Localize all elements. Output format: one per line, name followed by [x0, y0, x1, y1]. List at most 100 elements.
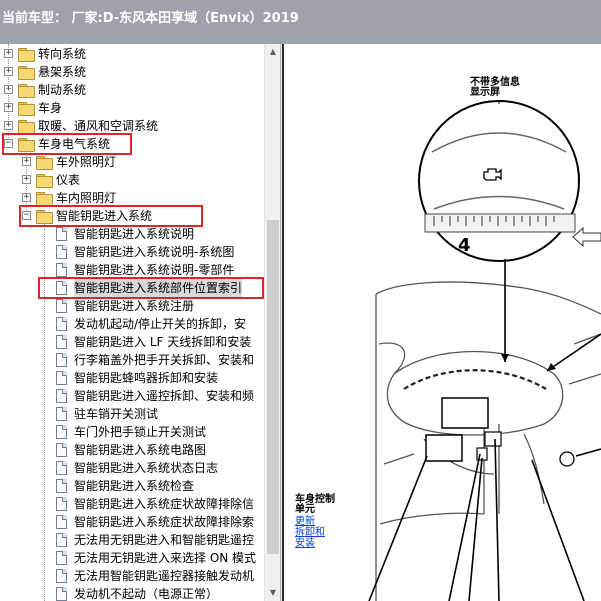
document-icon	[56, 533, 67, 547]
remove-link[interactable]: 拆卸和	[295, 527, 325, 538]
gauge-cluster-box	[441, 397, 489, 429]
tree-item-label: 驻车销开关测试	[74, 407, 159, 421]
folder-icon	[18, 48, 35, 62]
leader-lines	[368, 259, 601, 601]
scroll-thumb[interactable]	[267, 220, 279, 554]
folder-icon	[18, 66, 35, 80]
document-icon	[56, 389, 67, 403]
document-icon	[56, 515, 67, 529]
tree-document-item[interactable]: 智能钥匙进入系统说明-系统图	[0, 243, 264, 261]
document-icon	[56, 371, 67, 385]
tree-item-label: 智能钥匙进入系统症状故障排除信	[74, 497, 255, 511]
tree-item-label: 无法用智能钥匙遥控器接触发动机	[74, 569, 255, 583]
tree-item-label: 车身	[38, 101, 63, 115]
tree-document-item[interactable]: 智能钥匙蜂鸣器拆卸和安装	[0, 369, 264, 387]
gauge-callout-circle	[418, 100, 580, 262]
tree-document-item[interactable]: 发动机起动/停止开关的拆卸，安	[0, 315, 264, 333]
tree-document-item[interactable]: 智能钥匙进入系统注册	[0, 297, 264, 315]
expand-plus-icon[interactable]: +	[4, 49, 13, 58]
tree-item-label: 智能钥匙进入系统电路图	[74, 443, 207, 457]
document-icon	[56, 407, 67, 421]
tree-item-label: 无法用无钥匙进入和智能钥匙遥控	[74, 533, 255, 547]
annotation-highlight-box	[19, 205, 203, 227]
folder-icon	[36, 192, 53, 206]
tree-document-item[interactable]: 无法用无钥匙进入和智能钥匙遥控	[0, 531, 264, 549]
tree-document-item[interactable]: 无法用智能钥匙遥控器接触发动机	[0, 567, 264, 585]
tree-item-label: 智能钥匙进入 LF 天线拆卸和安装	[74, 335, 252, 349]
install-link[interactable]: 安装	[295, 538, 315, 549]
tree-document-item[interactable]: 行李箱盖外把手开关拆卸、安装和	[0, 351, 264, 369]
scroll-up-arrow-icon[interactable]: ▲	[265, 44, 280, 60]
tree-scrollbar[interactable]: ▲ ▼	[264, 44, 280, 601]
current-model-title: 当前车型： 厂家:D-东风本田享域（Envix）2019	[2, 11, 299, 26]
tree-folder-item[interactable]: + 转向系统	[0, 45, 264, 63]
scroll-down-arrow-icon[interactable]: ▼	[265, 585, 280, 601]
tree-item-label: 行李箱盖外把手开关拆卸、安装和	[74, 353, 255, 367]
document-icon	[56, 353, 67, 367]
tree-document-item[interactable]: 发动机不起动（电源正常）	[0, 585, 264, 601]
tree-document-item[interactable]: 智能钥匙进入系统症状故障排除信	[0, 495, 264, 513]
view-direction-arrow-icon	[572, 226, 601, 248]
tree-item-label: 无法用无钥匙进入来选择 ON 模式	[74, 551, 257, 565]
tree-item-label: 悬架系统	[38, 65, 87, 79]
tree-document-item[interactable]: 车门外把手锁止开关测试	[0, 423, 264, 441]
tree-folder-item[interactable]: + 制动系统	[0, 81, 264, 99]
tree-item-label: 智能钥匙进入系统状态日志	[74, 461, 219, 475]
tree-item-label: 智能钥匙进入系统说明	[74, 227, 195, 241]
tree-document-item[interactable]: 智能钥匙进入系统状态日志	[0, 459, 264, 477]
tree-folder-item[interactable]: + 仪表	[0, 171, 264, 189]
display-label-line2: 显示屏	[470, 87, 500, 98]
tree-document-item[interactable]: 无法用无钥匙进入来选择 ON 模式	[0, 549, 264, 567]
tree-folder-item[interactable]: + 悬架系统	[0, 63, 264, 81]
expand-plus-icon[interactable]: +	[4, 103, 13, 112]
tree-item-label: 转向系统	[38, 47, 87, 61]
document-icon	[56, 461, 67, 475]
update-link[interactable]: 更新	[295, 516, 315, 527]
folder-icon	[36, 156, 53, 170]
tree-document-item[interactable]: 智能钥匙进入系统电路图	[0, 441, 264, 459]
tree-item-label: 智能钥匙蜂鸣器拆卸和安装	[74, 371, 219, 385]
document-icon	[56, 587, 67, 601]
body-control-label-line2: 单元	[295, 504, 315, 515]
ignition-switch-box	[484, 431, 502, 447]
diagram-pane: 不带多信息 显示屏 4 车身控制 单元 更新 拆卸和 安装	[284, 44, 601, 601]
document-icon	[56, 497, 67, 511]
folder-icon	[18, 120, 35, 134]
expand-plus-icon[interactable]: +	[22, 193, 31, 202]
expand-plus-icon[interactable]: +	[22, 157, 31, 166]
navigation-tree: + 转向系统 + 悬架系统 + 制动系统 + 车身 + 取暖、通风和空调系统 − 车身电气系统 + 车外照…	[0, 44, 264, 601]
tree-item-label: 发动机不起动（电源正常）	[74, 587, 219, 601]
leader-arrowheads	[501, 354, 556, 371]
document-icon	[56, 443, 67, 457]
document-icon	[56, 479, 67, 493]
tree-document-item[interactable]: 智能钥匙进入系统症状故障排除索	[0, 513, 264, 531]
annotation-highlight-box	[38, 277, 264, 299]
tree-folder-item[interactable]: + 车外照明灯	[0, 153, 264, 171]
document-icon	[56, 335, 67, 349]
document-icon	[56, 569, 67, 583]
tree-item-label: 智能钥匙进入遥控拆卸、安装和频	[74, 389, 255, 403]
tree-document-item[interactable]: 智能钥匙进入系统说明	[0, 225, 264, 243]
gauge-scale-strip	[424, 213, 576, 233]
document-icon	[56, 245, 67, 259]
tree-pane: + 转向系统 + 悬架系统 + 制动系统 + 车身 + 取暖、通风和空调系统 − 车身电气系统 + 车外照…	[0, 44, 280, 601]
tree-document-item[interactable]: 智能钥匙进入 LF 天线拆卸和安装	[0, 333, 264, 351]
folder-icon	[36, 174, 53, 188]
document-icon	[56, 425, 67, 439]
document-icon	[56, 551, 67, 565]
window-titlebar: 当前车型： 厂家:D-东风本田享域（Envix）2019	[0, 0, 601, 44]
expand-plus-icon[interactable]: +	[22, 175, 31, 184]
tree-document-item[interactable]: 驻车销开关测试	[0, 405, 264, 423]
tree-document-item[interactable]: 智能钥匙进入系统检查	[0, 477, 264, 495]
expand-plus-icon[interactable]: +	[4, 121, 13, 130]
gauge-number: 4	[458, 235, 471, 256]
expand-plus-icon[interactable]: +	[4, 85, 13, 94]
tree-folder-item[interactable]: + 车身	[0, 99, 264, 117]
expand-plus-icon[interactable]: +	[4, 67, 13, 76]
tree-item-label: 智能钥匙进入系统检查	[74, 479, 195, 493]
tree-item-label: 智能钥匙进入系统说明-系统图	[74, 245, 235, 259]
tree-item-label: 发动机起动/停止开关的拆卸，安	[74, 317, 247, 331]
tree-item-label: 智能钥匙进入系统症状故障排除索	[74, 515, 255, 529]
document-icon	[56, 263, 67, 277]
tree-document-item[interactable]: 智能钥匙进入遥控拆卸、安装和频	[0, 387, 264, 405]
